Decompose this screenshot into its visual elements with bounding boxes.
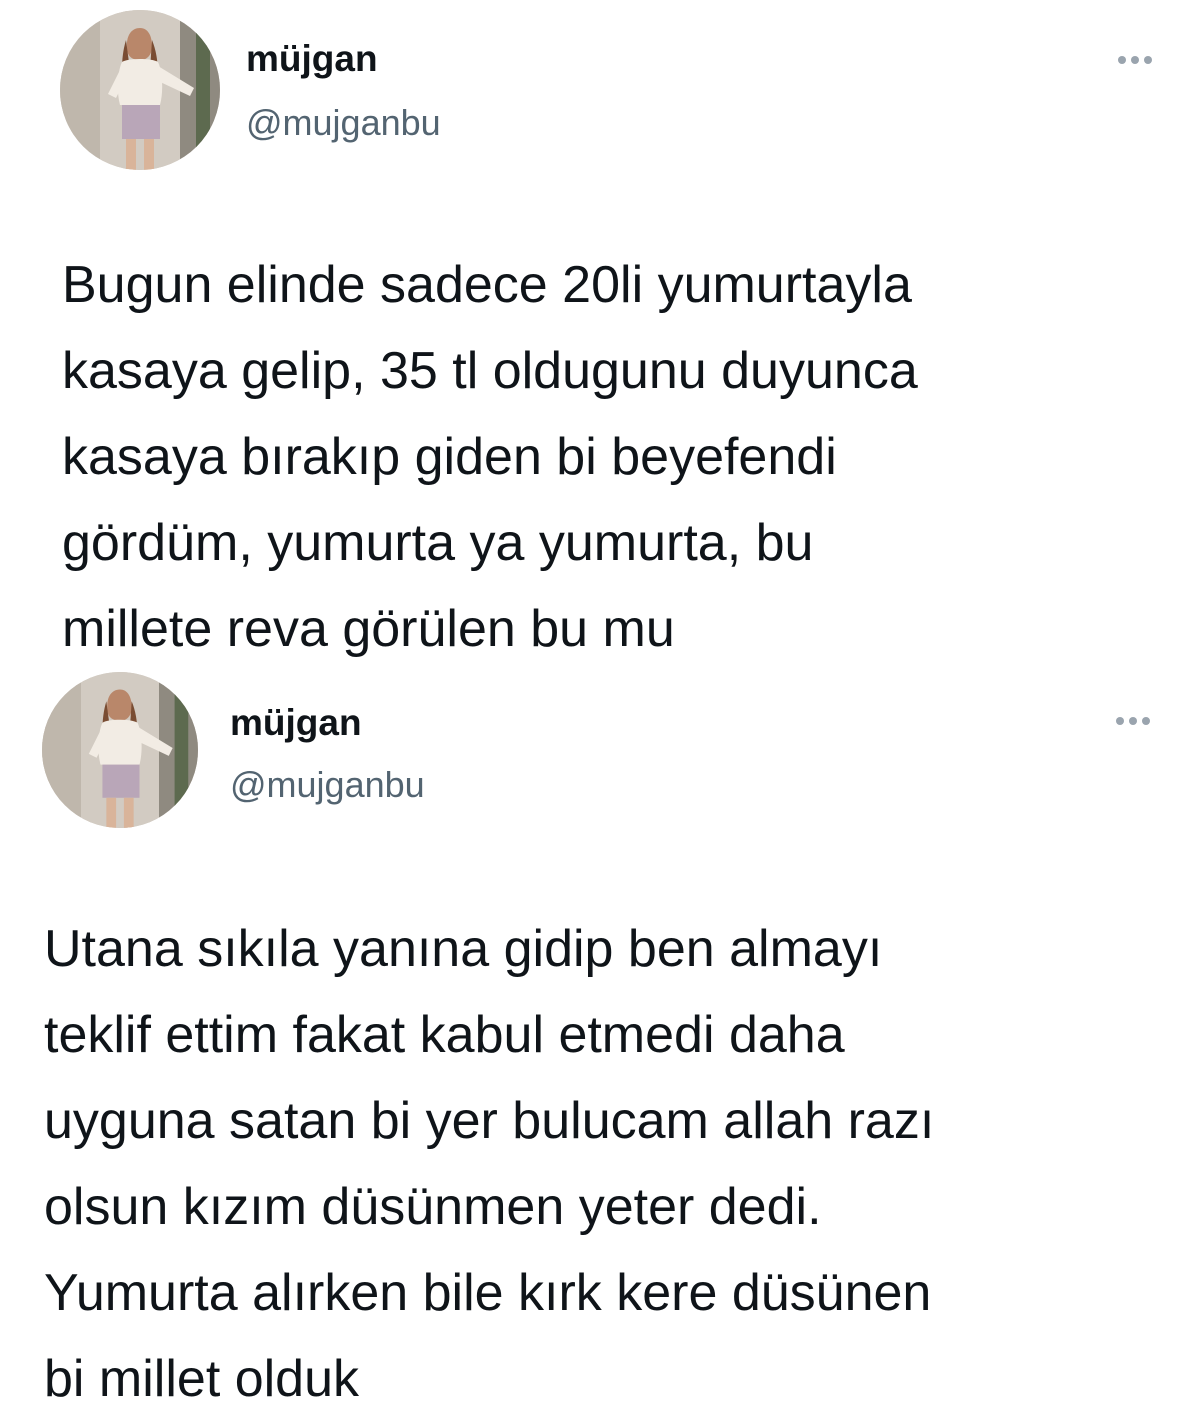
author-name[interactable]: müjgan	[246, 38, 378, 80]
more-horizontal-icon	[1129, 717, 1137, 725]
avatar-photo	[60, 10, 220, 170]
tweet-text-line: uyguna satan bi yer bulucam allah razı	[44, 1092, 935, 1150]
tweet-text-line: kasaya gelip, 35 tl oldugunu duyunca	[62, 342, 918, 400]
more-horizontal-icon	[1131, 56, 1139, 64]
tweet-text-line: olsun kızım düsünmen yeter dedi.	[44, 1178, 822, 1236]
author-handle[interactable]: @mujganbu	[230, 764, 425, 806]
tweet: müjgan @mujganbu Bugun elinde sadece 20l…	[0, 0, 1200, 660]
author-avatar[interactable]	[60, 10, 220, 170]
more-options-button[interactable]	[1116, 717, 1150, 725]
more-options-button[interactable]	[1118, 56, 1152, 64]
author-avatar[interactable]	[42, 672, 198, 828]
tweet-text-line: Bugun elinde sadece 20li yumurtayla	[62, 256, 912, 314]
more-horizontal-icon	[1144, 56, 1152, 64]
author-name[interactable]: müjgan	[230, 702, 362, 744]
tweet-text: Utana sıkıla yanına gidip ben almayı tek…	[44, 906, 934, 1422]
more-horizontal-icon	[1142, 717, 1150, 725]
more-horizontal-icon	[1118, 56, 1126, 64]
tweet: müjgan @mujganbu Utana sıkıla yanına gid…	[0, 660, 1200, 1422]
avatar-photo	[42, 672, 198, 828]
tweet-text-line: Yumurta alırken bile kırk kere düsünen	[44, 1264, 932, 1322]
tweet-text-line: gördüm, yumurta ya yumurta, bu	[62, 514, 814, 572]
more-horizontal-icon	[1116, 717, 1124, 725]
tweet-text: Bugun elinde sadece 20li yumurtayla kasa…	[62, 242, 918, 672]
tweet-text-line: Utana sıkıla yanına gidip ben almayı	[44, 920, 883, 978]
author-handle[interactable]: @mujganbu	[246, 102, 441, 144]
tweet-text-line: kasaya bırakıp giden bi beyefendi	[62, 428, 837, 486]
tweet-text-line: bi millet olduk	[44, 1350, 360, 1408]
tweet-text-line: teklif ettim fakat kabul etmedi daha	[44, 1006, 845, 1064]
